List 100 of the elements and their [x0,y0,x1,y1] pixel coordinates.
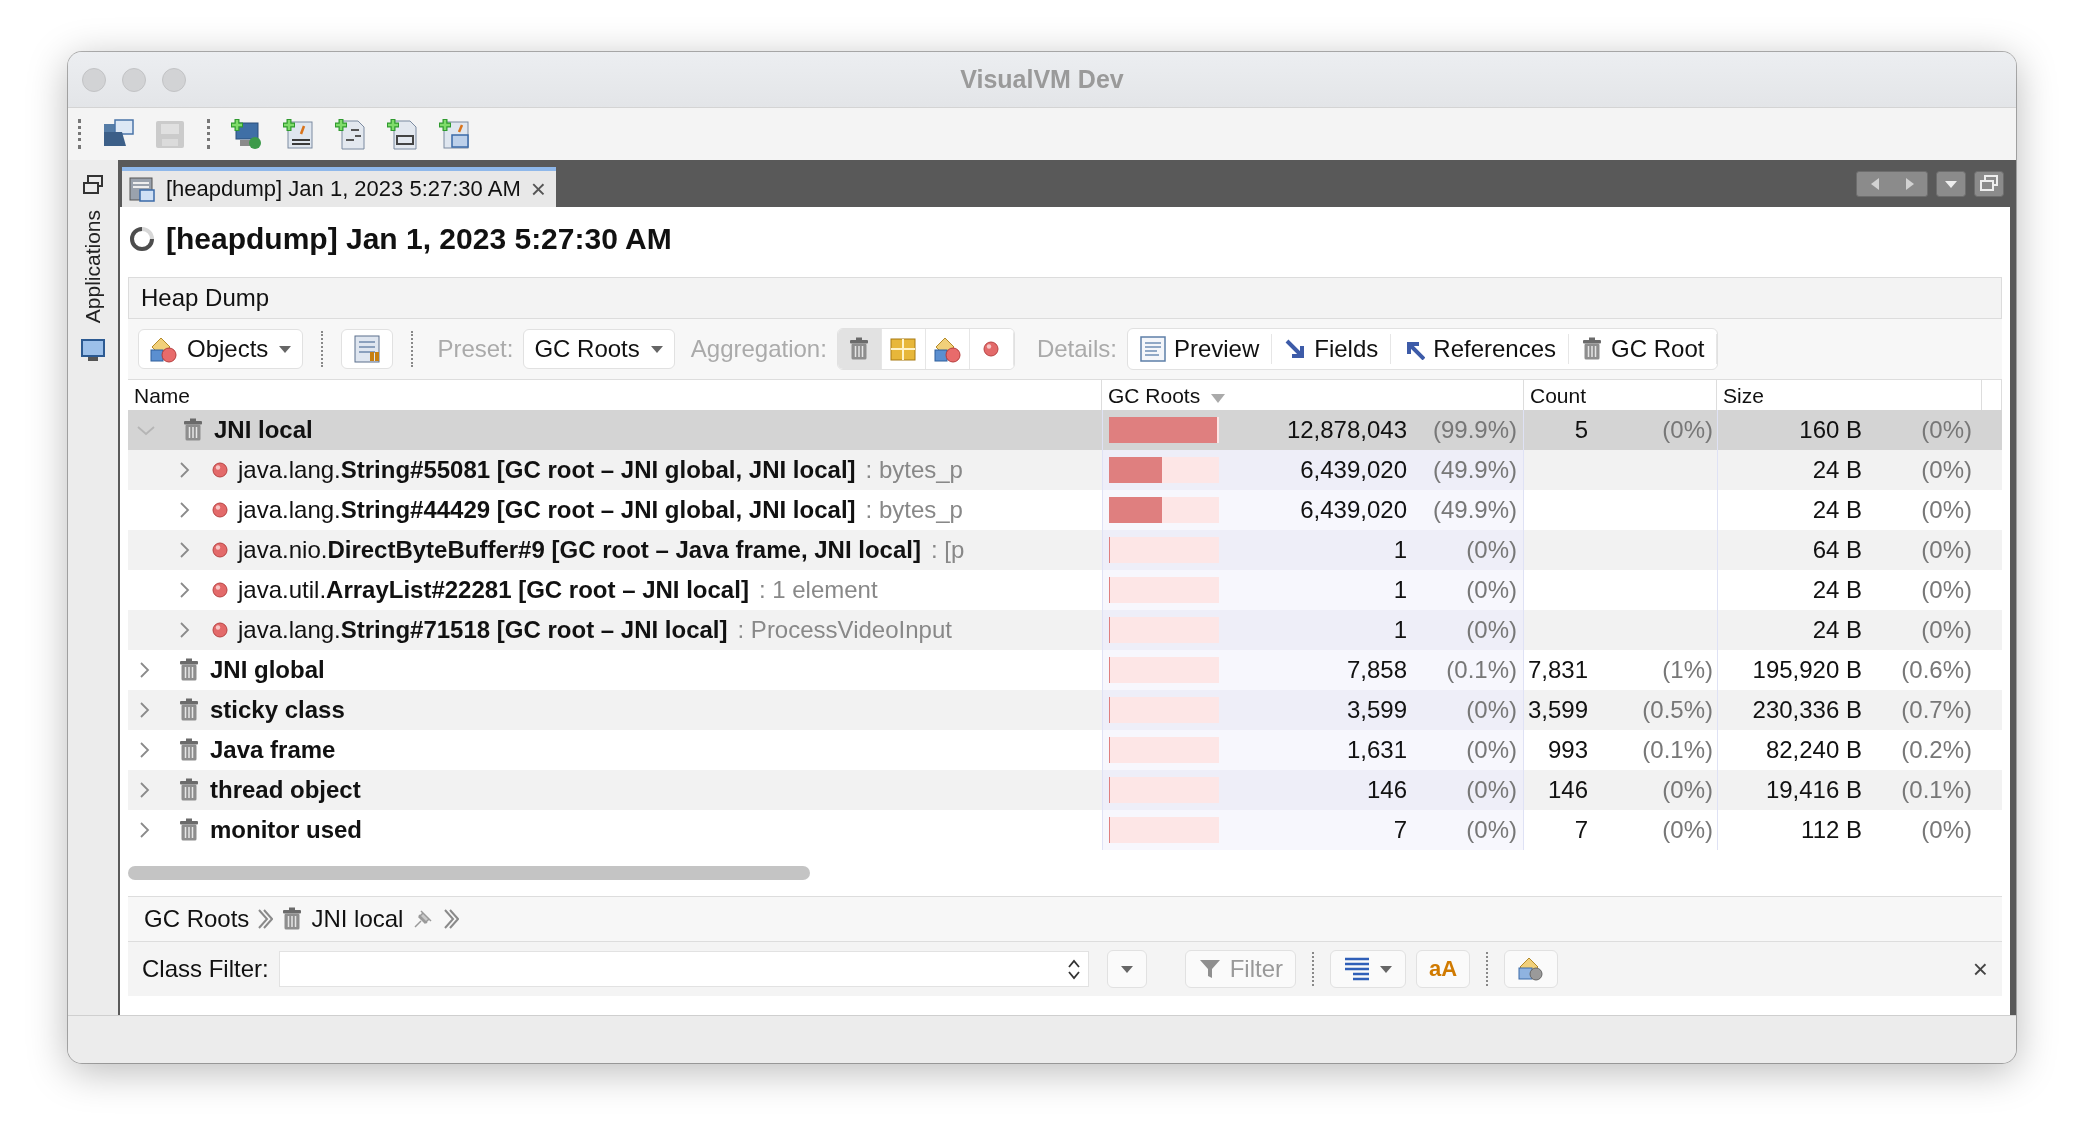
table-row[interactable]: java.nio.DirectByteBuffer#9 [GC root – Java frame, JNI local] : [p 1 (0%) 64 B (0%) [128,530,2002,570]
column-header[interactable]: Count [1530,384,1587,410]
table-cell-text: (0%) [1465,536,1517,564]
table-row[interactable]: java.lang.String#71518 [GC root – JNI local] : ProcessVideoInput 1 (0%) 24 B (0%) [128,610,2002,650]
table-cell-text: (0.1%) [1900,776,1973,804]
table-cell-text: 993 [1546,736,1588,764]
table-cell-text: 1,631 [1345,736,1407,764]
trash-icon [1581,337,1604,361]
breadcrumb-item[interactable]: JNI local [311,905,404,933]
sort-icon[interactable] [1210,392,1227,404]
table-cell-text: 3,599 [1345,696,1407,724]
table-cell-text: 146 [1546,776,1588,804]
table-cell-text: 195,920 B [1751,656,1862,684]
scrollbar[interactable] [128,866,810,880]
table-cell-text: 230,336 B [1751,696,1862,724]
snapshot-button[interactable] [341,329,394,369]
caret-icon [278,344,293,354]
class-filter-field[interactable] [278,951,1089,987]
table-cell-text: 24 B [1811,456,1862,484]
grid-icon [890,336,917,362]
close-button[interactable]: × [530,176,546,202]
restore-icon[interactable] [1974,170,2004,197]
table-cell-text: 24 B [1811,496,1862,524]
aggregation-button[interactable] [837,329,882,369]
object-value: : bytes_p [865,456,963,484]
column-header[interactable]: Name [134,384,191,410]
table-cell-text: 1 [1392,576,1407,604]
table-cell-text: (0%) [1661,776,1713,804]
table-cell-text: (0%) [1661,416,1713,444]
breadcrumb-item[interactable]: GC Roots [144,905,250,933]
trash-icon [178,738,200,762]
object-value: : 1 element [758,576,878,604]
trash-icon [178,818,200,842]
table-cell-text: (0.1%) [1641,736,1713,764]
shapes-button[interactable] [1504,950,1559,988]
add-document-icon[interactable] [386,118,420,150]
right-icon[interactable] [1903,176,1916,191]
dropdown-icon[interactable] [1936,170,1966,197]
group-name: JNI local [214,416,313,444]
trash-icon [178,658,200,682]
dot-icon [983,341,1000,357]
column-header[interactable]: Size [1723,384,1764,410]
object-value: : bytes_p [865,496,963,524]
arrow-icon [1284,338,1307,360]
group-name: thread object [210,776,361,804]
filter-mode-dropdown[interactable] [1330,950,1407,988]
table-cell-text: (0%) [1920,576,1973,604]
trash-icon [281,907,304,931]
add-computer-icon[interactable] [230,118,264,150]
table-cell-text: (0%) [1465,696,1517,724]
history-dropdown[interactable] [1106,950,1147,988]
table-cell-text: 82,240 B [1764,736,1862,764]
trash-icon [178,778,200,802]
close-button[interactable]: × [1972,953,1988,985]
details-toggle[interactable]: GC Root [1569,334,1718,364]
table-cell-text: (0.7%) [1900,696,1973,724]
stepper-icon [1065,957,1082,981]
shapes-icon [1517,955,1546,983]
spinner-icon [128,225,156,253]
details-toggle[interactable]: References [1391,334,1570,364]
heap-dump-heading: [heapdump] Jan 1, 2023 5:27:30 AM [166,222,672,256]
document-tab[interactable]: [heapdump] Jan 1, 2023 5:27:30 AM × [122,167,556,207]
table-cell-text: 19,416 B [1764,776,1862,804]
object-name: java.util.ArrayList#22281 [GC root – JNI local] [238,576,749,604]
view-dropdown[interactable]: Objects [138,329,304,369]
group-name: monitor used [210,816,362,844]
dot-icon [212,622,228,638]
table-row[interactable]: java.lang.String#55081 [GC root – JNI global, JNI local] : bytes_p 6,439,020 (49.9%) 24 B (0%) [128,450,2002,490]
sidebar-tab[interactable]: Applications [81,210,105,324]
table-cell-text: 64 B [1811,536,1862,564]
table-row[interactable]: thread object 146 (0%) 146 (0%) 19,416 B (0.1%) [128,770,2002,810]
monitor-icon[interactable] [80,337,106,364]
preset-label: Preset: [437,335,514,363]
add-document-icon[interactable] [334,118,368,150]
table-cell-text: (99.9%) [1431,416,1517,444]
table-cell-text: 24 B [1811,616,1862,644]
table-cell-text: (0%) [1920,456,1973,484]
details-label: Details: [1036,335,1117,363]
dot-icon [212,542,228,558]
add-document-icon[interactable] [282,118,316,150]
table-cell-text: (0%) [1465,736,1517,764]
add-window-icon[interactable] [438,118,472,150]
table-cell-text: 112 B [1800,816,1862,844]
table-cell-text: (0%) [1465,576,1517,604]
preset-dropdown[interactable]: GC Roots [523,329,675,369]
details-toggle[interactable]: Preview [1127,334,1273,364]
table-cell-text: (0%) [1465,616,1517,644]
table-cell-text: (0%) [1465,776,1517,804]
caret-icon [649,344,664,354]
object-name: java.lang.String#71518 [GC root – JNI local] [238,616,728,644]
details-toggle[interactable]: Fields [1272,334,1392,364]
object-value: : [p [930,536,965,564]
table-row[interactable]: sticky class 3,599 (0%) 3,599 (0.5%) 230,336 B (0.7%) [128,690,2002,730]
table-cell-text: (49.9%) [1431,456,1517,484]
aggregation-label: Aggregation: [690,335,827,363]
column-header[interactable]: GC Roots [1108,384,1201,410]
table-cell-text: 160 B [1798,416,1862,444]
funnel-icon [1197,957,1222,981]
restore-icon[interactable] [82,174,104,196]
table-cell-text: 7 [1573,816,1588,844]
